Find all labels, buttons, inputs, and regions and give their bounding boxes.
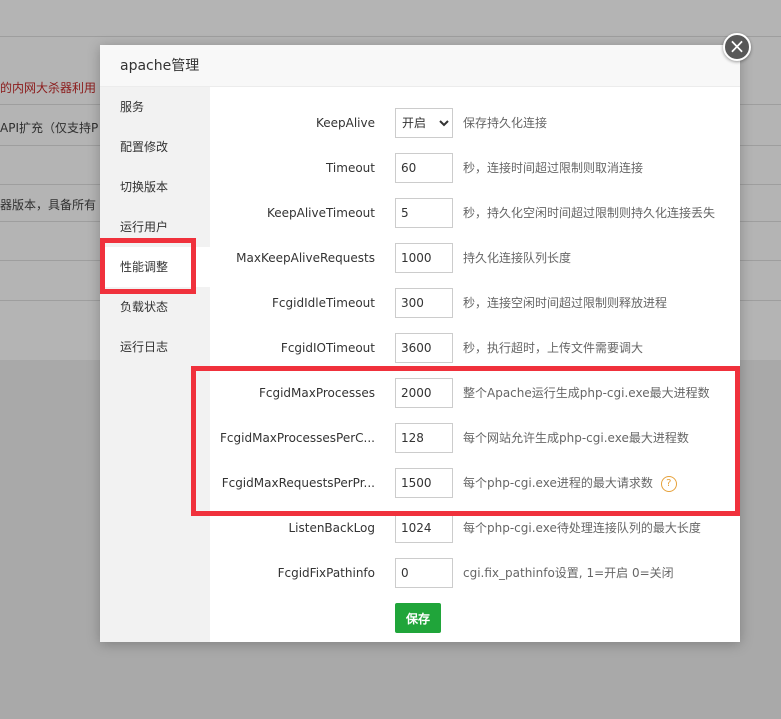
setting-description: 每个php-cgi.exe进程的最大请求数: [463, 476, 653, 490]
setting-description: 持久化连接队列长度: [463, 251, 572, 265]
setting-description: 保存持久化连接: [463, 116, 548, 130]
setting-label: MaxKeepAliveRequests: [236, 251, 375, 265]
sidebar-item-run-user[interactable]: 运行用户: [100, 207, 210, 247]
fcgid-max-processes-per-class-input[interactable]: [395, 423, 453, 453]
setting-label: KeepAliveTimeout: [266, 206, 375, 220]
setting-row-keepalive: KeepAlive 开启 关闭 保存持久化连接: [210, 106, 740, 140]
save-button[interactable]: 保存: [395, 603, 441, 633]
keepalive-timeout-input[interactable]: [395, 198, 453, 228]
setting-description: 每个php-cgi.exe待处理连接队列的最大长度: [463, 521, 701, 535]
setting-label: FcgidFixPathinfo: [277, 566, 375, 580]
setting-description: 秒，连接时间超过限制则取消连接: [463, 161, 644, 175]
setting-label: FcgidMaxRequestsPerPr...: [221, 476, 375, 490]
setting-row-fcgid-max-requests-per-process: FcgidMaxRequestsPerPr... 每个php-cgi.exe进程…: [210, 466, 740, 500]
listen-backlog-input[interactable]: [395, 513, 453, 543]
sidebar-item-load-status[interactable]: 负载状态: [100, 287, 210, 327]
setting-row-listen-backlog: ListenBackLog 每个php-cgi.exe待处理连接队列的最大长度: [210, 511, 740, 545]
sidebar-item-service[interactable]: 服务: [100, 87, 210, 127]
sidebar-item-config[interactable]: 配置修改: [100, 127, 210, 167]
dialog-sidebar: 服务 配置修改 切换版本 运行用户 性能调整 负载状态 运行日志: [100, 87, 210, 642]
close-icon[interactable]: ×: [723, 33, 751, 61]
max-keepalive-requests-input[interactable]: [395, 243, 453, 273]
setting-label: FcgidMaxProcesses: [258, 386, 375, 400]
background-text: API扩充（仅支持P: [0, 121, 99, 135]
setting-row-fcgid-io-timeout: FcgidIOTimeout 秒，执行超时，上传文件需要调大: [210, 331, 740, 365]
fcgid-idle-timeout-input[interactable]: [395, 288, 453, 318]
background-text: 的内网大杀器利用: [0, 81, 97, 95]
setting-row-fcgid-fix-pathinfo: FcgidFixPathinfo cgi.fix_pathinfo设置, 1=开…: [210, 556, 740, 590]
setting-row-max-keepalive-requests: MaxKeepAliveRequests 持久化连接队列长度: [210, 241, 740, 275]
sidebar-item-performance[interactable]: 性能调整: [100, 247, 210, 287]
help-icon[interactable]: ?: [660, 475, 677, 492]
setting-label: ListenBackLog: [288, 521, 375, 535]
setting-row-fcgid-max-processes: FcgidMaxProcesses 整个Apache运行生成php-cgi.ex…: [210, 376, 740, 410]
setting-description: 秒，连接空闲时间超过限制则释放进程: [463, 296, 668, 310]
setting-label: Timeout: [325, 161, 375, 175]
timeout-input[interactable]: [395, 153, 453, 183]
setting-row-fcgid-max-processes-per-class: FcgidMaxProcessesPerC... 每个网站允许生成php-cgi…: [210, 421, 740, 455]
setting-description-with-help: 每个php-cgi.exe进程的最大请求数?: [463, 466, 677, 500]
fcgid-max-requests-per-process-input[interactable]: [395, 468, 453, 498]
fcgid-fix-pathinfo-input[interactable]: [395, 558, 453, 588]
background-text: 器版本，具备所有: [0, 198, 97, 212]
setting-description: 秒，执行超时，上传文件需要调大: [463, 341, 644, 355]
fcgid-io-timeout-input[interactable]: [395, 333, 453, 363]
fcgid-max-processes-input[interactable]: [395, 378, 453, 408]
setting-description: 秒，持久化空闲时间超过限制则持久化连接丢失: [463, 206, 716, 220]
setting-row-fcgid-idle-timeout: FcgidIdleTimeout 秒，连接空闲时间超过限制则释放进程: [210, 286, 740, 320]
setting-label: FcgidMaxProcessesPerC...: [220, 431, 375, 445]
background-divider: [0, 36, 781, 37]
setting-label: FcgidIOTimeout: [280, 341, 375, 355]
setting-description: 每个网站允许生成php-cgi.exe最大进程数: [463, 431, 689, 445]
dialog-title: apache管理: [100, 45, 740, 87]
setting-label: KeepAlive: [315, 116, 375, 130]
setting-description: cgi.fix_pathinfo设置, 1=开启 0=关闭: [463, 566, 674, 580]
setting-row-timeout: Timeout 秒，连接时间超过限制则取消连接: [210, 151, 740, 185]
performance-settings-form: KeepAlive 开启 关闭 保存持久化连接 Timeout 秒，连接时间超过…: [210, 87, 740, 642]
setting-row-keepalive-timeout: KeepAliveTimeout 秒，持久化空闲时间超过限制则持久化连接丢失: [210, 196, 740, 230]
sidebar-item-run-log[interactable]: 运行日志: [100, 327, 210, 367]
setting-description: 整个Apache运行生成php-cgi.exe最大进程数: [463, 386, 710, 400]
apache-management-dialog: apache管理 服务 配置修改 切换版本 运行用户 性能调整 负载状态 运行日…: [100, 45, 740, 642]
keepalive-select[interactable]: 开启 关闭: [395, 108, 453, 138]
setting-label: FcgidIdleTimeout: [272, 296, 375, 310]
sidebar-item-switch-version[interactable]: 切换版本: [100, 167, 210, 207]
